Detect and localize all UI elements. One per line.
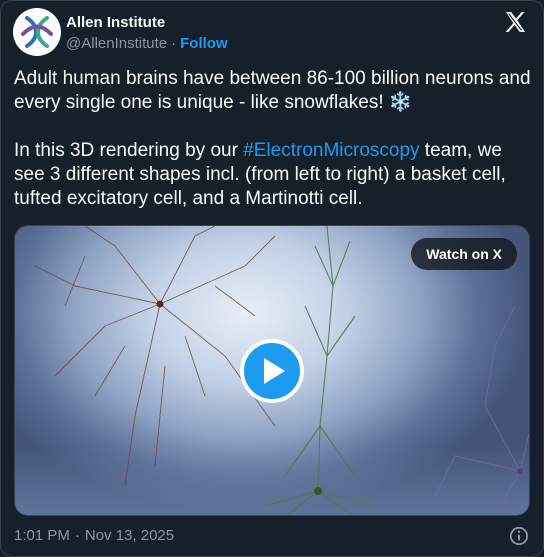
allen-institute-logo (21, 16, 53, 48)
tweet-paragraph-1: Adult human brains have between 86-100 b… (14, 68, 531, 113)
author-name[interactable]: Allen Institute (66, 14, 165, 32)
tweet-time: 1:01 PM (14, 527, 70, 544)
x-logo-icon[interactable] (503, 10, 527, 34)
tweet-date: Nov 13, 2025 (84, 527, 175, 544)
tweet-text-before: In this 3D rendering by our (14, 140, 244, 161)
timestamp-separator: · (74, 527, 80, 544)
tweet-timestamp[interactable]: 1:01 PM · Nov 13, 2025 (14, 527, 174, 544)
tweet-text: Adult human brains have between 86-100 b… (14, 67, 534, 211)
author-meta: @AllenInstitute · Follow (66, 35, 228, 53)
follow-button[interactable]: Follow (180, 35, 228, 52)
hashtag-link[interactable]: #ElectronMicroscopy (243, 140, 419, 161)
video-player[interactable]: Watch on X (14, 225, 530, 516)
info-icon[interactable] (509, 526, 529, 546)
play-button[interactable] (240, 339, 304, 403)
play-icon (264, 358, 285, 384)
meta-separator: · (171, 35, 177, 52)
avatar[interactable] (13, 8, 61, 56)
tweet-card: Allen Institute @AllenInstitute · Follow A… (0, 0, 544, 557)
tweet-paragraph-2: In this 3D rendering by our #ElectronMic… (14, 139, 534, 211)
author-handle[interactable]: @AllenInstitute (66, 35, 167, 52)
watch-on-x-button[interactable]: Watch on X (411, 238, 517, 270)
